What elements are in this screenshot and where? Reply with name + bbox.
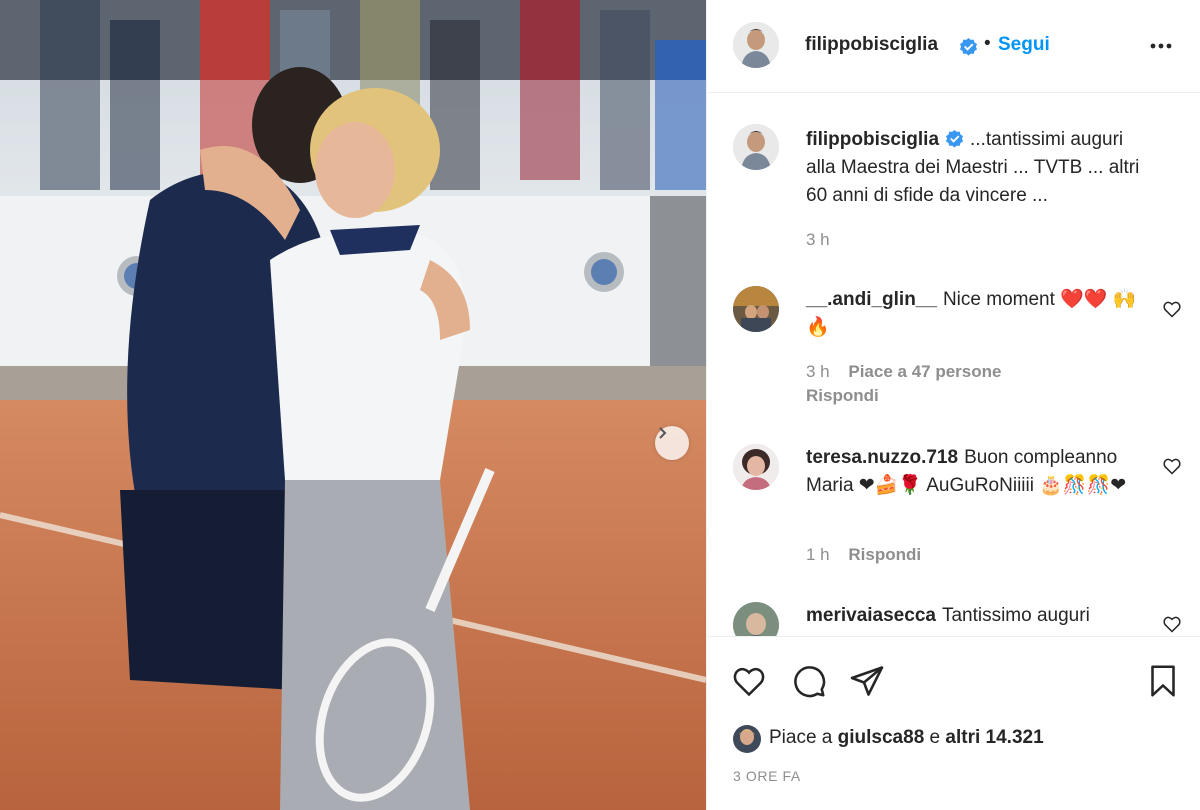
caption-username[interactable]: filippobisciglia: [806, 129, 939, 150]
verified-badge-icon: [945, 129, 964, 148]
comment-like-heart-icon[interactable]: [1162, 456, 1182, 476]
post-photo[interactable]: [0, 0, 706, 810]
comment-item: __.andi_glin__ Nice moment ❤️❤️ 🙌🔥: [806, 286, 1156, 342]
caption-time: 3 h: [806, 230, 830, 249]
likes-others-count[interactable]: altri 14.321: [945, 727, 1043, 748]
avatar-image: [733, 22, 779, 68]
comment-item: teresa.nuzzo.718 Buon compleanno Maria ❤🍰…: [806, 444, 1156, 500]
avatar-image: [733, 124, 779, 170]
follow-button[interactable]: Segui: [998, 34, 1050, 56]
comment-avatar[interactable]: [733, 602, 779, 636]
likes-text: Piace a giulsca88 e altri 14.321: [769, 727, 1044, 749]
post-header: filippobisciglia • Segui: [707, 0, 1200, 93]
post-side-panel: filippobisciglia • Segui filippobiscigli…: [706, 0, 1200, 810]
paper-plane-icon[interactable]: [849, 663, 885, 699]
comment-meta: 3 h Piace a 47 persone: [806, 362, 1015, 382]
avatar-image: [733, 725, 761, 753]
post-timestamp[interactable]: 3 ORE FA: [733, 768, 801, 784]
avatar-image: [733, 444, 779, 490]
comment-username[interactable]: teresa.nuzzo.718: [806, 447, 958, 468]
caption: filippobisciglia ...tantissimi auguri all…: [806, 126, 1156, 210]
comment-like-heart-icon[interactable]: [1162, 614, 1182, 634]
comment-avatar[interactable]: [733, 286, 779, 332]
comment-meta: 1 h Rispondi: [806, 545, 935, 565]
reply-button[interactable]: Rispondi: [806, 386, 879, 406]
likes-prefix: Piace a: [769, 727, 833, 748]
avatar-image: [733, 286, 779, 332]
verified-badge-icon: [959, 37, 978, 56]
chevron-right-icon: [659, 427, 667, 439]
comment-avatar[interactable]: [733, 444, 779, 490]
author-username[interactable]: filippobisciglia: [805, 34, 938, 56]
comment-like-heart-icon[interactable]: [1162, 299, 1182, 319]
comment-username[interactable]: merivaiasecca: [806, 605, 936, 626]
comments-list[interactable]: filippobisciglia ...tantissimi auguri all…: [707, 94, 1200, 636]
post-image: [0, 0, 706, 810]
bookmark-icon[interactable]: [1145, 663, 1181, 699]
comment-time: 1 h: [806, 545, 830, 564]
comment-item: merivaiasecca Tantissimo auguri: [806, 602, 1156, 630]
comment-text: Tantissimo auguri: [941, 605, 1090, 626]
heart-icon[interactable]: [731, 663, 767, 699]
more-options-icon: [1150, 43, 1172, 49]
avatar-image: [733, 602, 779, 636]
reply-button[interactable]: Rispondi: [848, 545, 921, 564]
next-photo-button[interactable]: [655, 426, 689, 460]
comment-likes-count[interactable]: Piace a 47 persone: [848, 362, 1001, 381]
separator-dot: •: [984, 33, 991, 54]
comment-time: 3 h: [806, 362, 830, 381]
caption-meta: 3 h: [806, 230, 844, 250]
comment-username[interactable]: __.andi_glin__: [806, 289, 937, 310]
liker-avatar[interactable]: [733, 725, 761, 753]
caption-author-avatar[interactable]: [733, 124, 779, 170]
more-options-button[interactable]: [1147, 36, 1177, 56]
author-avatar[interactable]: [733, 22, 779, 68]
liker-username[interactable]: giulsca88: [838, 727, 925, 748]
post-actions: Piace a giulsca88 e altri 14.321 3 ORE F…: [707, 636, 1200, 810]
likes-connector: e: [929, 727, 941, 748]
comment-bubble-icon[interactable]: [791, 663, 827, 699]
